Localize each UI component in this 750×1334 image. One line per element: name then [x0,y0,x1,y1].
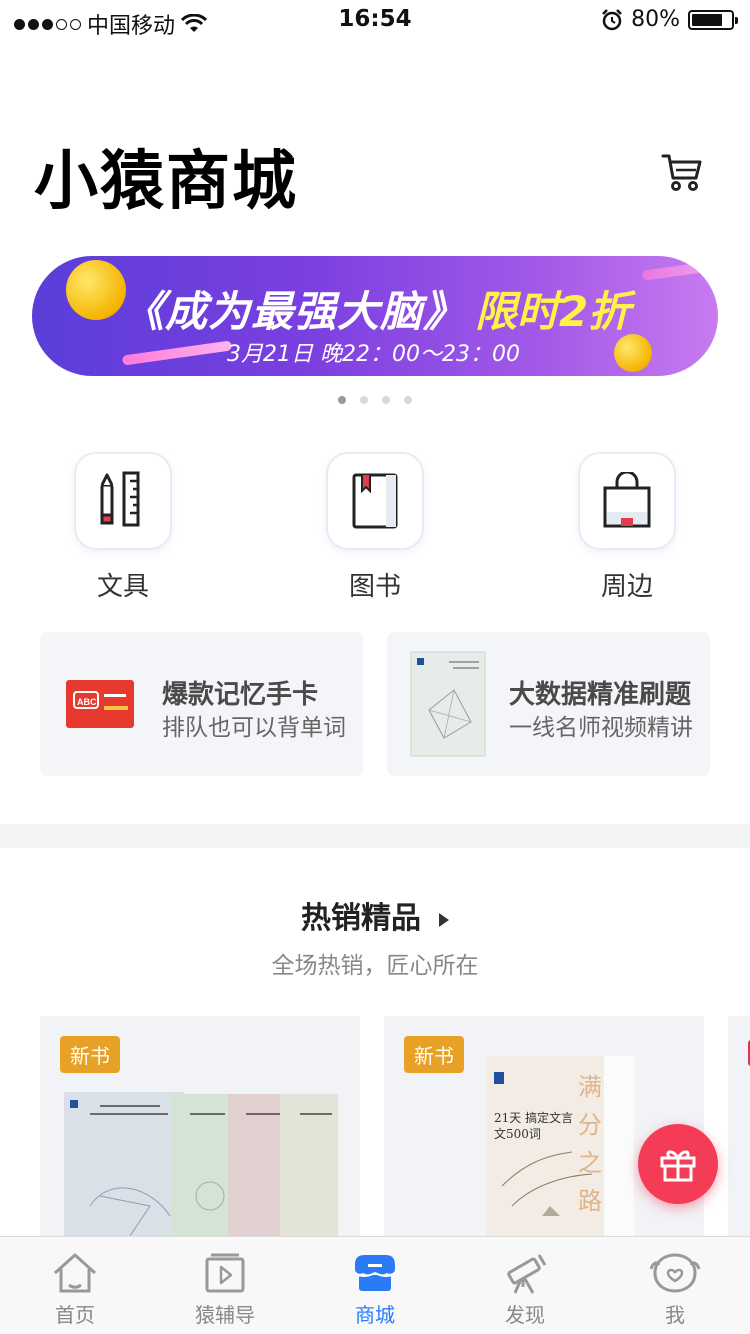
section-subtitle: 全场热销，匠心所在 [271,953,479,979]
gift-icon [660,1150,696,1182]
shopping-bag-icon [603,472,651,528]
tab-store[interactable]: 商城 [300,1237,450,1334]
promo-title: 爆款记忆手卡 [162,680,319,710]
flashcard-product-image: ABC [66,680,134,728]
home-icon [53,1253,97,1293]
chevron-right-icon [439,912,449,927]
decor-stripe [121,340,233,366]
new-book-badge: 新书 [404,1036,464,1073]
tab-me[interactable]: 我 [600,1237,750,1334]
promo-subtitle: 一线名师视频精讲 [509,715,693,741]
section-title-label: 热销精品 [301,901,421,936]
status-right: 80% [601,7,738,32]
product-image [64,1092,338,1246]
category-merch[interactable]: 周边 [552,452,702,603]
pager-dot [338,396,346,404]
product-cover-side: 满分之路 [578,1073,602,1215]
product-cover-title: 21天 搞定文言文500词 [494,1111,574,1141]
tab-label: 商城 [355,1303,395,1327]
alarm-icon [602,8,622,30]
tab-label: 我 [665,1303,685,1327]
promo-banner[interactable]: 《成为最强大脑》 限时2折 3月21日 晚22：00～23：00 [32,256,718,376]
category-books[interactable]: 图书 [300,452,450,603]
video-play-icon [205,1253,245,1293]
pager-dot [404,396,412,404]
page-title: 小猿商城 [34,145,298,219]
gift-button[interactable] [638,1124,718,1204]
category-stationery[interactable]: 文具 [48,452,198,603]
category-icon-box [74,452,172,550]
product-card[interactable]: 新书 [40,1016,360,1246]
product-card-peek[interactable] [728,1016,750,1246]
banner-subtitle: 3月21日 晚22：00～23：00 [227,342,520,367]
tab-label: 猿辅导 [195,1303,255,1327]
tab-discover[interactable]: 发现 [450,1237,600,1334]
promo-card-flashcards[interactable]: ABC 爆款记忆手卡 排队也可以背单词 [40,632,363,776]
coin-graphic [66,260,126,320]
product-image [486,1056,634,1246]
category-icon-box [578,452,676,550]
category-label: 文具 [96,572,149,602]
tab-label: 发现 [505,1303,545,1327]
tab-label: 首页 [55,1303,95,1327]
tab-home[interactable]: 首页 [0,1237,150,1334]
category-label: 图书 [348,572,401,602]
svg-text:ABC: ABC [77,697,97,707]
promo-subtitle: 排队也可以背单词 [162,715,346,741]
book-icon [352,473,398,529]
category-icon-box [326,452,424,550]
banner-pager [0,396,750,404]
decor-stripe [641,261,713,281]
workbook-product-image [410,651,486,757]
telescope-icon [507,1254,547,1294]
banner-highlight: 限时2折 [475,287,631,336]
new-book-badge: 新书 [60,1036,120,1073]
battery-icon [688,9,738,30]
pager-dot [382,396,390,404]
tab-tutoring[interactable]: 猿辅导 [150,1237,300,1334]
section-divider [0,824,750,848]
section-title[interactable]: 热销精品 [0,893,750,937]
stationery-icon [100,471,140,527]
store-icon [354,1255,396,1291]
coin-graphic [614,334,652,372]
status-bar: 中国移动 16:54 80% [0,0,750,40]
tab-bar: 首页 猿辅导 商城 发现 我 [0,1236,750,1334]
battery-percent: 80% [631,7,680,32]
promo-card-practice[interactable]: 大数据精准刷题 一线名师视频精讲 [387,632,710,776]
cart-icon[interactable] [660,150,704,194]
pager-dot [360,396,368,404]
profile-icon [649,1253,701,1293]
promo-title: 大数据精准刷题 [509,680,692,710]
category-label: 周边 [600,572,653,602]
banner-title: 《成为最强大脑》 [122,287,467,336]
